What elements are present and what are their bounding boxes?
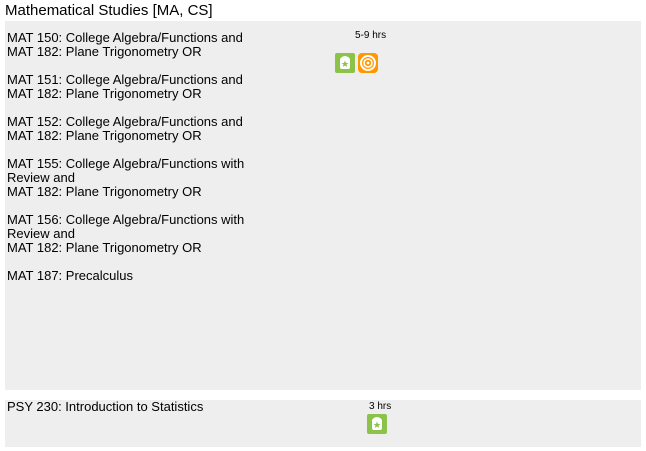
course-group-stats: PSY 230: Introduction to Statistics 3 hr…: [5, 400, 641, 447]
course-line: MAT 156: College Algebra/Functions with: [7, 212, 245, 227]
orange-circles-icon[interactable]: [358, 53, 378, 73]
requirement-icons: [335, 53, 378, 73]
course-item: MAT 151: College Algebra/Functions and M…: [7, 73, 327, 101]
course-line: MAT 182: Plane Trigonometry OR: [7, 128, 202, 143]
course-line: MAT 150: College Algebra/Functions and: [7, 30, 243, 45]
course-line: MAT 152: College Algebra/Functions and: [7, 114, 243, 129]
course-line: MAT 182: Plane Trigonometry OR: [7, 240, 202, 255]
course-line: MAT 182: Plane Trigonometry OR: [7, 184, 202, 199]
credit-hours: 3 hrs: [369, 401, 392, 412]
course-line: MAT 182: Plane Trigonometry OR: [7, 86, 202, 101]
page-title: Mathematical Studies [MA, CS]: [5, 2, 213, 19]
credit-hours: 5-9 hrs: [355, 30, 387, 41]
green-badge-icon[interactable]: [367, 414, 387, 434]
requirement-icons: [367, 414, 387, 434]
course-item: MAT 156: College Algebra/Functions with …: [7, 213, 327, 255]
course-list: MAT 150: College Algebra/Functions and M…: [7, 31, 327, 297]
course-line: Review and: [7, 170, 75, 185]
course-line: Review and: [7, 226, 75, 241]
green-badge-icon[interactable]: [335, 53, 355, 73]
course-item: MAT 152: College Algebra/Functions and M…: [7, 115, 327, 143]
course-item: PSY 230: Introduction to Statistics: [7, 399, 204, 414]
course-line: MAT 151: College Algebra/Functions and: [7, 72, 243, 87]
course-line: MAT 155: College Algebra/Functions with: [7, 156, 245, 171]
course-item: MAT 155: College Algebra/Functions with …: [7, 157, 327, 199]
course-group-math: MAT 150: College Algebra/Functions and M…: [5, 21, 641, 390]
course-line: MAT 182: Plane Trigonometry OR: [7, 44, 202, 59]
course-item: MAT 150: College Algebra/Functions and M…: [7, 31, 327, 59]
course-item: MAT 187: Precalculus: [7, 269, 327, 283]
course-line: MAT 187: Precalculus: [7, 268, 133, 283]
